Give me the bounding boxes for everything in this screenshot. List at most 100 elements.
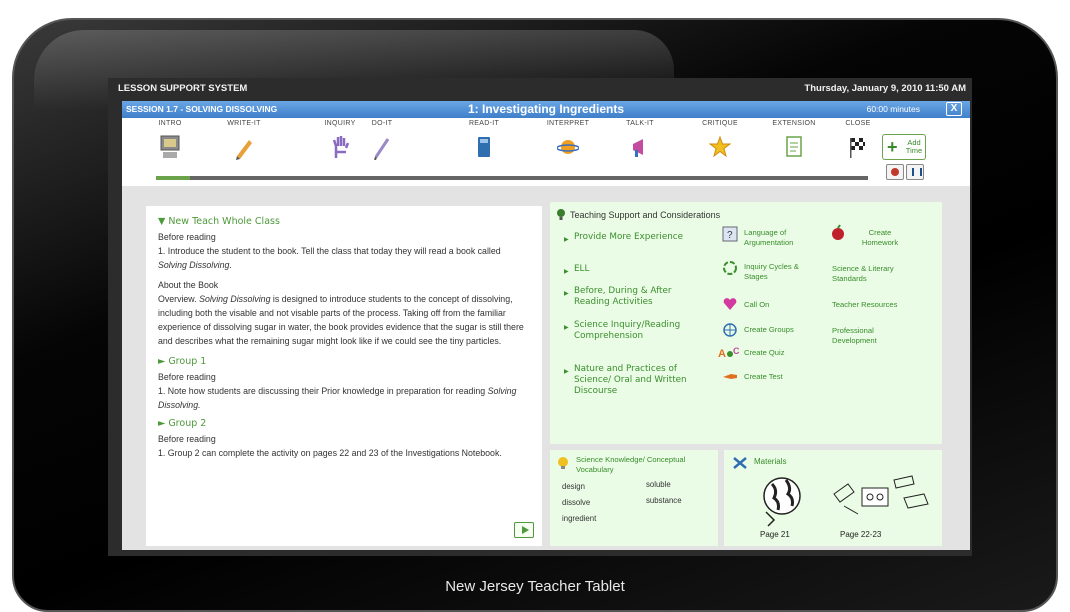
lesson-panel: ▼ New Teach Whole Class Before reading 1… — [146, 206, 542, 546]
phase-label: INTERPRET — [546, 120, 590, 127]
phase-label: CLOSE — [845, 120, 871, 127]
materials-page-22-23[interactable]: Page 22-23 — [840, 530, 881, 539]
link-create-test[interactable]: Create Test — [744, 372, 783, 382]
vocab-word: substance — [646, 496, 682, 505]
star-icon — [709, 135, 731, 158]
computer-icon — [160, 135, 180, 158]
section-group-1[interactable]: ► Group 1 — [158, 356, 530, 367]
teaching-support-panel: Teaching Support and Considerations Prov… — [550, 202, 942, 444]
checkered-flag-icon — [850, 138, 865, 158]
megaphone-icon — [633, 139, 643, 157]
phase-interpret[interactable]: INTERPRET — [540, 120, 596, 165]
book-title: Solving Dissolving — [158, 260, 230, 270]
book-title: Solving Dissolving — [199, 294, 271, 304]
group-1-body: Before reading 1. Note how students are … — [158, 370, 530, 412]
group-2-body: Before reading 1. Group 2 can complete t… — [158, 432, 530, 460]
phase-talk-it[interactable]: TALK-IT — [612, 120, 668, 165]
phase-do-it[interactable]: DO-IT — [354, 120, 410, 165]
pause-button[interactable] — [906, 164, 924, 180]
system-title: LESSON SUPPORT SYSTEM — [118, 83, 248, 94]
quiz-icon: AC — [718, 346, 740, 360]
svg-text:?: ? — [727, 230, 733, 241]
pointing-hand-icon — [723, 374, 737, 379]
language-icon: ? — [722, 226, 738, 242]
phase-intro[interactable]: INTRO — [142, 120, 198, 165]
materials-title[interactable]: Materials — [754, 457, 786, 466]
materials-panel: Materials Page 21 Page 22-23 — [724, 450, 942, 546]
pencil-icon — [236, 140, 252, 160]
system-bar: LESSON SUPPORT SYSTEM Thursday, January … — [108, 78, 972, 100]
link-professional-development[interactable]: Professional Development — [832, 326, 912, 346]
link-inquiry-cycles[interactable]: Inquiry Cycles & Stages — [744, 262, 814, 282]
link-create-groups[interactable]: Create Groups — [744, 325, 794, 335]
phase-write-it[interactable]: WRITE-IT — [216, 120, 272, 165]
link-nature-practices[interactable]: Nature and Practices of Science/ Oral an… — [564, 364, 702, 397]
phase-label: WRITE-IT — [227, 120, 261, 127]
session-title: 1: Investigating Ingredients — [467, 102, 625, 116]
phase-progress-fill — [156, 176, 190, 180]
section-group-2[interactable]: ► Group 2 — [158, 418, 530, 429]
system-datetime: Thursday, January 9, 2010 11:50 AM — [804, 83, 966, 94]
before-reading-label: Before reading — [158, 232, 216, 242]
phase-label: READ-IT — [468, 120, 500, 127]
support-title: Teaching Support and Considerations — [570, 210, 721, 220]
phase-read-it[interactable]: READ-IT — [456, 120, 512, 165]
heart-icon — [723, 298, 737, 310]
step-1: 1. Introduce the student to the book. Te… — [158, 246, 501, 256]
phase-extension[interactable]: EXTENSION — [766, 120, 822, 165]
vocab-word: design — [562, 482, 585, 491]
overview-lead: Overview. — [158, 294, 200, 304]
phase-navigation: INTRO WRITE-IT INQUIRY DO-IT READ-IT INT… — [122, 118, 970, 186]
about-book-heading: About the Book — [158, 280, 219, 290]
add-time-button[interactable]: + Add Time — [882, 134, 926, 160]
globe-icon[interactable] — [754, 472, 814, 528]
phase-label: TALK-IT — [626, 120, 654, 127]
book-icon — [478, 137, 490, 157]
group-2-text: 1. Group 2 can complete the activity on … — [158, 448, 502, 458]
document-icon — [786, 136, 802, 157]
svg-text:C: C — [733, 346, 740, 356]
materials-page-21[interactable]: Page 21 — [760, 530, 790, 539]
link-teacher-resources[interactable]: Teacher Resources — [832, 300, 897, 310]
apple-icon — [832, 224, 844, 240]
tools-icon — [733, 457, 747, 469]
overview-text: Overview. Solving Dissolving is designed… — [158, 292, 530, 348]
phase-critique[interactable]: CRITIQUE — [692, 120, 748, 165]
link-inquiry-reading-comprehension[interactable]: Science Inquiry/Reading Comprehension — [564, 320, 694, 342]
link-create-homework[interactable]: Create Homework — [850, 228, 910, 248]
group-1-text: 1. Note how students are discussing thei… — [158, 384, 530, 412]
link-language-of-argumentation[interactable]: Language of Argumentation — [744, 228, 814, 248]
play-button[interactable] — [514, 522, 534, 538]
vocabulary-title[interactable]: Science Knowledge/ Conceptual Vocabulary — [576, 455, 718, 475]
link-reading-activities[interactable]: Before, During & After Reading Activitie… — [564, 286, 704, 308]
step-text: 1. Introduce the student to the book. Te… — [158, 246, 501, 270]
record-button[interactable] — [886, 164, 904, 180]
before-reading-label: Before reading — [158, 372, 216, 382]
close-button[interactable]: X — [946, 102, 962, 116]
section-new-teach-whole-class[interactable]: ▼ New Teach Whole Class — [158, 216, 530, 227]
add-time-label: Add Time — [905, 138, 923, 155]
session-minutes: 60:00 minutes — [866, 104, 920, 114]
groups-icon — [723, 323, 737, 337]
link-call-on[interactable]: Call On — [744, 300, 769, 310]
lab-equipment-icon[interactable] — [824, 470, 934, 520]
svg-text:A: A — [718, 348, 726, 360]
tablet-screen: LESSON SUPPORT SYSTEM Thursday, January … — [108, 78, 972, 556]
link-ell[interactable]: ELL — [564, 264, 590, 277]
phase-label: CRITIQUE — [702, 120, 738, 127]
phase-progress-track — [156, 176, 868, 180]
pen-icon — [374, 138, 390, 160]
lightbulb-icon — [558, 457, 568, 469]
link-create-quiz[interactable]: Create Quiz — [744, 348, 785, 358]
link-provide-more-experience[interactable]: Provide More Experience — [564, 232, 684, 245]
phase-label: EXTENSION — [772, 120, 816, 127]
vocab-word: dissolve — [562, 498, 591, 507]
link-science-literary-standards[interactable]: Science & Literary Standards — [832, 264, 922, 284]
phase-label: DO-IT — [371, 120, 393, 127]
lesson-body: Before reading 1. Introduce the student … — [158, 230, 530, 348]
cycle-icon — [723, 261, 737, 275]
phase-close[interactable]: CLOSE — [830, 120, 886, 165]
vocab-word: soluble — [646, 480, 671, 489]
before-reading-label: Before reading — [158, 434, 216, 444]
hand-icon — [332, 136, 350, 158]
